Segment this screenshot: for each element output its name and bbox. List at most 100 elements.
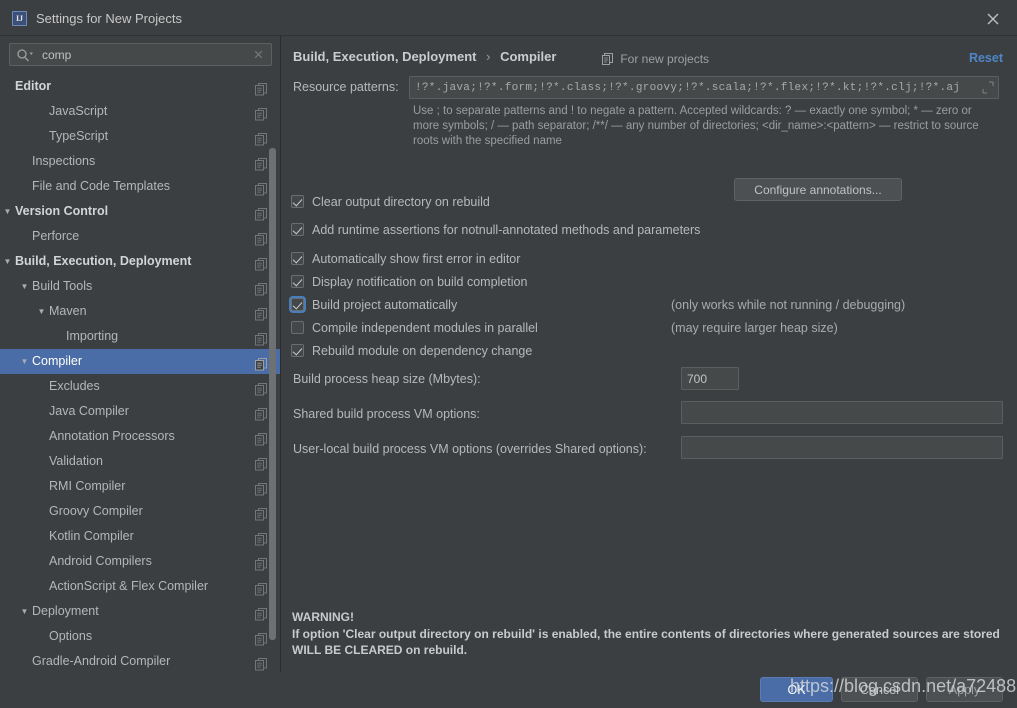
sidebar-item-version-control[interactable]: ▼ Version Control	[0, 199, 280, 224]
copy-settings-icon[interactable]	[255, 555, 267, 571]
sidebar-item-label: TypeScript	[49, 129, 109, 143]
copy-settings-icon[interactable]	[255, 355, 267, 371]
tree-twisty-icon[interactable]: ▼	[19, 274, 30, 299]
tree-twisty-icon[interactable]: ▼	[2, 199, 13, 224]
sidebar-item-rmi-compiler[interactable]: RMI Compiler	[0, 474, 280, 499]
sidebar-item-excludes[interactable]: Excludes	[0, 374, 280, 399]
heap-size-input[interactable]	[681, 367, 739, 390]
configure-annotations-button[interactable]: Configure annotations...	[734, 178, 902, 201]
sidebar-item-label: Options	[49, 629, 93, 643]
copy-settings-icon[interactable]	[255, 380, 267, 396]
sidebar-item-groovy-compiler[interactable]: Groovy Compiler	[0, 499, 280, 524]
copy-settings-icon[interactable]	[255, 280, 267, 296]
checkbox-icon[interactable]	[291, 223, 304, 236]
copy-settings-icon[interactable]	[255, 255, 267, 271]
shared-vm-options-input[interactable]	[681, 401, 1003, 424]
search-icon[interactable]	[16, 48, 36, 62]
search-box[interactable]	[9, 43, 272, 66]
copy-settings-icon[interactable]	[255, 505, 267, 521]
sidebar-scrollbar-track[interactable]	[269, 148, 276, 640]
copy-settings-icon[interactable]	[255, 430, 267, 446]
checkbox-label: Clear output directory on rebuild	[312, 195, 490, 209]
sidebar-item-java-compiler[interactable]: Java Compiler	[0, 399, 280, 424]
copy-settings-icon[interactable]	[255, 180, 267, 196]
user-vm-options-label: User-local build process VM options (ove…	[293, 442, 647, 456]
sidebar-item-compiler[interactable]: ▼ Compiler	[0, 349, 280, 374]
sidebar-item-label: Build Tools	[32, 279, 93, 293]
resource-patterns-label: Resource patterns:	[293, 80, 399, 94]
close-icon[interactable]	[983, 9, 1003, 29]
breadcrumb-separator: ›	[486, 49, 491, 64]
checkbox-icon[interactable]	[291, 344, 304, 357]
warning-title: WARNING!	[292, 610, 354, 624]
sidebar-item-validation[interactable]: Validation	[0, 449, 280, 474]
tree-twisty-icon[interactable]: ▼	[36, 299, 47, 324]
checkbox-icon[interactable]	[291, 252, 304, 265]
breadcrumb-root[interactable]: Build, Execution, Deployment	[293, 49, 476, 64]
sidebar-item-file-and-code-templates[interactable]: File and Code Templates	[0, 174, 280, 199]
sidebar-item-label: Importing	[66, 329, 119, 343]
sidebar-item-editor[interactable]: Editor	[0, 74, 280, 99]
copy-settings-icon[interactable]	[255, 530, 267, 546]
sidebar-scrollbar-thumb[interactable]	[269, 148, 276, 640]
copy-settings-icon[interactable]	[255, 330, 267, 346]
copy-settings-icon[interactable]	[255, 230, 267, 246]
copy-settings-icon[interactable]	[255, 130, 267, 146]
tree-twisty-icon[interactable]: ▼	[19, 599, 30, 624]
settings-tree[interactable]: Editor JavaScript TypeScript Inspections Fil…	[0, 74, 280, 672]
sidebar-item-kotlin-compiler[interactable]: Kotlin Compiler	[0, 524, 280, 549]
breadcrumb: Build, Execution, Deployment › Compiler	[293, 49, 556, 64]
copy-settings-icon[interactable]	[255, 655, 267, 671]
resource-patterns-input[interactable]	[409, 76, 999, 99]
search-input[interactable]	[40, 44, 255, 65]
expand-icon[interactable]	[982, 81, 994, 94]
copy-settings-icon[interactable]	[255, 405, 267, 421]
reset-link[interactable]: Reset	[969, 51, 1003, 65]
tree-twisty-icon[interactable]: ▼	[2, 249, 13, 274]
copy-settings-icon[interactable]	[255, 80, 267, 96]
sidebar-item-options[interactable]: Options	[0, 624, 280, 649]
sidebar-item-android-compilers[interactable]: Android Compilers	[0, 549, 280, 574]
resource-patterns-help: Use ; to separate patterns and ! to nega…	[413, 105, 979, 147]
cancel-button[interactable]: Cancel	[841, 677, 918, 702]
sidebar-item-label: JavaScript	[49, 104, 108, 118]
app-logo-icon: IJ	[12, 11, 27, 26]
warning-message: WARNING! If option 'Clear output directo…	[292, 609, 1002, 659]
apply-button[interactable]: Apply	[926, 677, 1003, 702]
checkbox-icon[interactable]	[291, 298, 304, 311]
copy-settings-icon[interactable]	[255, 105, 267, 121]
resource-patterns-field-wrap	[409, 76, 999, 99]
sidebar-item-inspections[interactable]: Inspections	[0, 149, 280, 174]
sidebar-item-build-tools[interactable]: ▼ Build Tools	[0, 274, 280, 299]
ok-button[interactable]: OK	[760, 677, 833, 702]
tree-twisty-icon[interactable]: ▼	[19, 349, 30, 374]
sidebar-item-typescript[interactable]: TypeScript	[0, 124, 280, 149]
sidebar-item-maven[interactable]: ▼ Maven	[0, 299, 280, 324]
user-vm-options-input[interactable]	[681, 436, 1003, 459]
checkbox-icon[interactable]	[291, 195, 304, 208]
copy-settings-icon[interactable]	[255, 305, 267, 321]
sidebar-item-javascript[interactable]: JavaScript	[0, 99, 280, 124]
sidebar-item-build-execution-deployment[interactable]: ▼ Build, Execution, Deployment	[0, 249, 280, 274]
copy-settings-icon[interactable]	[255, 580, 267, 596]
checkbox-icon[interactable]	[291, 275, 304, 288]
copy-settings-icon[interactable]	[255, 155, 267, 171]
scope-badge: For new projects	[602, 52, 709, 68]
sidebar-item-label: Groovy Compiler	[49, 504, 143, 518]
sidebar-item-annotation-processors[interactable]: Annotation Processors	[0, 424, 280, 449]
sidebar-item-gradle-android-compiler[interactable]: Gradle-Android Compiler	[0, 649, 280, 672]
copy-settings-icon[interactable]	[255, 630, 267, 646]
copy-settings-icon[interactable]	[255, 455, 267, 471]
clear-icon[interactable]	[252, 48, 265, 61]
copy-settings-icon[interactable]	[255, 480, 267, 496]
sidebar-item-importing[interactable]: Importing	[0, 324, 280, 349]
sidebar-item-label: Excludes	[49, 379, 100, 393]
copy-scope-icon	[602, 53, 613, 68]
sidebar-item-perforce[interactable]: Perforce	[0, 224, 280, 249]
copy-settings-icon[interactable]	[255, 605, 267, 621]
sidebar-item-actionscript-flex-compiler[interactable]: ActionScript & Flex Compiler	[0, 574, 280, 599]
checkbox-icon[interactable]	[291, 321, 304, 334]
sidebar-item-label: Perforce	[32, 229, 80, 243]
sidebar-item-deployment[interactable]: ▼ Deployment	[0, 599, 280, 624]
copy-settings-icon[interactable]	[255, 205, 267, 221]
